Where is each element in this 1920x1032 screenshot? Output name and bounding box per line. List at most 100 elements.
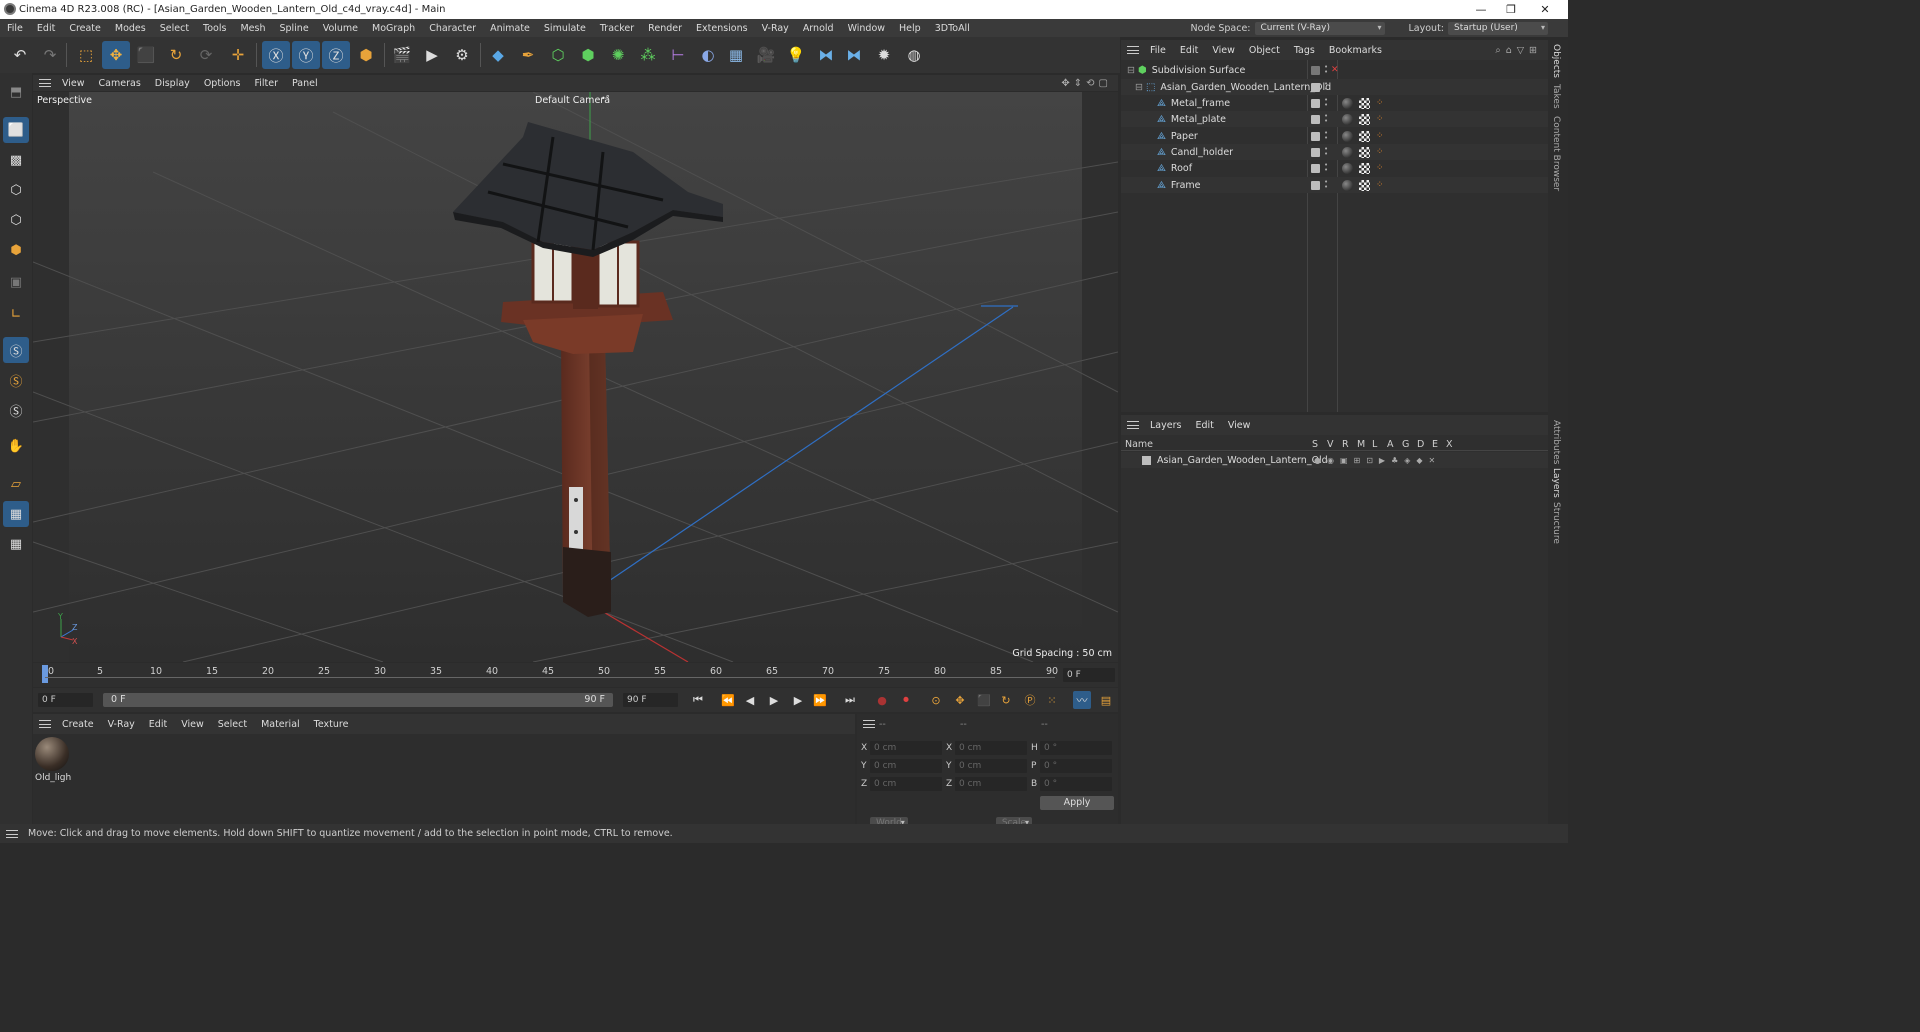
layer-col-x[interactable]: X — [1446, 439, 1453, 450]
prev-key-icon[interactable]: ⏪ — [719, 691, 737, 709]
material-tag-icon[interactable] — [1342, 162, 1353, 174]
layer-col-d[interactable]: D — [1417, 439, 1424, 450]
subdivision-surface-icon[interactable]: ⬡ — [544, 41, 572, 69]
object-row[interactable]: ⟁ Paper • • ⁘ — [1121, 128, 1548, 144]
rotate-tool-icon[interactable]: ↻ — [162, 41, 190, 69]
menu-3dtoall[interactable]: 3DToAll — [928, 23, 977, 34]
object-menu-icon[interactable] — [1127, 46, 1139, 54]
layer-checkbox[interactable] — [1311, 131, 1320, 141]
viewport-3d[interactable]: Perspective Default Camera •° Grid Spaci… — [33, 92, 1118, 662]
go-to-start-icon[interactable]: ⏮ — [689, 691, 707, 709]
material-swatch[interactable]: Old_ligh — [35, 737, 71, 785]
vray-tag-icon[interactable]: ⁘ — [1376, 131, 1384, 141]
menu-arnold[interactable]: Arnold — [796, 23, 841, 34]
menu-mograph[interactable]: MoGraph — [365, 23, 422, 34]
menu-extensions[interactable]: Extensions — [689, 23, 755, 34]
current-frame-field[interactable]: 0 F — [1063, 668, 1115, 682]
menu-help[interactable]: Help — [892, 23, 928, 34]
mat-menu-select[interactable]: Select — [211, 719, 254, 730]
menu-spline[interactable]: Spline — [272, 23, 315, 34]
layer-checkbox[interactable] — [1311, 114, 1320, 124]
redo-icon[interactable]: ↷ — [36, 41, 64, 69]
layer-col-v[interactable]: V — [1327, 439, 1334, 450]
menu-select[interactable]: Select — [153, 23, 196, 34]
object-row[interactable]: ⟁ Metal_frame • • ⁘ — [1121, 95, 1548, 111]
texture-mode-icon[interactable]: ▩ — [3, 147, 29, 173]
layer-col-g[interactable]: G — [1402, 439, 1409, 450]
key-scale-icon[interactable]: ⬛ — [975, 691, 993, 709]
layout-dropdown[interactable]: Startup (User) — [1448, 21, 1548, 35]
record-icon[interactable]: ● — [873, 691, 891, 709]
uvw-tag-icon[interactable] — [1359, 179, 1370, 191]
obj-menu-file[interactable]: File — [1143, 45, 1173, 56]
obj-menu-view[interactable]: View — [1205, 45, 1242, 56]
tab-layers[interactable]: Layers — [1551, 468, 1561, 498]
layer-menu-icon[interactable] — [1127, 421, 1139, 429]
mat-menu-view[interactable]: View — [174, 719, 211, 730]
size-y-field[interactable]: 0 cm — [955, 759, 1027, 773]
extrude-icon[interactable]: ⬢ — [574, 41, 602, 69]
end-frame-field[interactable]: 90 F — [623, 693, 678, 707]
spline-pen-icon[interactable]: ✒ — [514, 41, 542, 69]
object-row[interactable]: ⊟ ⬚ Asian_Garden_Wooden_Lantern_Old • • — [1121, 79, 1548, 95]
layer-row[interactable]: Asian_Garden_Wooden_Lantern_Old ●◉▣⊞⊡▶♣◈… — [1121, 452, 1548, 468]
menu-volume[interactable]: Volume — [316, 23, 365, 34]
pos-y-field[interactable]: 0 cm — [870, 759, 942, 773]
pos-z-field[interactable]: 0 cm — [870, 777, 942, 791]
layer-col-l[interactable]: L — [1372, 439, 1377, 450]
mat-menu-texture[interactable]: Texture — [307, 719, 356, 730]
polygons-mode-icon[interactable]: ⬢ — [3, 237, 29, 263]
layer-checkbox[interactable] — [1311, 82, 1320, 92]
layer-color-swatch[interactable] — [1142, 455, 1151, 465]
transform-tool-icon[interactable]: ✛ — [224, 41, 252, 69]
menu-modes[interactable]: Modes — [108, 23, 153, 34]
maximize-button[interactable]: ❐ — [1496, 0, 1526, 19]
light-icon[interactable]: 💡 — [782, 41, 810, 69]
obj-menu-edit[interactable]: Edit — [1173, 45, 1205, 56]
vray-tag-icon[interactable]: ⁘ — [1376, 114, 1384, 124]
material-tag-icon[interactable] — [1342, 97, 1353, 109]
layer-col-m[interactable]: M — [1357, 439, 1365, 450]
floor-icon[interactable]: ▦ — [722, 41, 750, 69]
points-mode-icon[interactable]: ⬡ — [3, 177, 29, 203]
size-z-field[interactable]: 0 cm — [955, 777, 1027, 791]
menu-file[interactable]: File — [0, 23, 30, 34]
x-axis-lock-icon[interactable]: Ⓧ — [262, 41, 290, 69]
uv-mode-icon[interactable]: ▣ — [3, 269, 29, 295]
render-settings-icon[interactable]: ⚙ — [448, 41, 476, 69]
tab-structure[interactable]: Structure — [1551, 502, 1561, 544]
viewport-menu-options[interactable]: Options — [197, 78, 248, 89]
uvw-tag-icon[interactable] — [1359, 97, 1370, 109]
menu-tracker[interactable]: Tracker — [593, 23, 641, 34]
key-position-icon[interactable]: ✥ — [951, 691, 969, 709]
timeline-ruler[interactable]: 0 5 10 15 20 25 30 35 40 45 50 55 60 65 … — [33, 663, 1118, 687]
mat-menu-material[interactable]: Material — [254, 719, 307, 730]
motion-path-icon[interactable]: 〰 — [1073, 691, 1091, 709]
object-row[interactable]: ⟁ Roof • • ⁘ — [1121, 160, 1548, 176]
menu-create[interactable]: Create — [62, 23, 108, 34]
layer-menu-edit[interactable]: Edit — [1188, 420, 1220, 431]
object-row[interactable]: ⟁ Frame • • ⁘ — [1121, 177, 1548, 193]
object-row[interactable]: ⟁ Metal_plate • • ⁘ — [1121, 111, 1548, 127]
start-frame-field[interactable]: 0 F — [38, 693, 93, 707]
layer-checkbox[interactable] — [1311, 147, 1320, 157]
python-icon[interactable]: ⧓ — [812, 41, 840, 69]
vray-settings-icon[interactable]: ✹ — [870, 41, 898, 69]
layer-checkbox[interactable] — [1311, 163, 1320, 173]
viewport-menu-display[interactable]: Display — [148, 78, 197, 89]
cloner-icon[interactable]: ⁂ — [634, 41, 662, 69]
close-button[interactable]: ✕ — [1530, 0, 1560, 19]
vray-tag-icon[interactable]: ⁘ — [1376, 98, 1384, 108]
snap-icon[interactable]: Ⓢ — [3, 337, 29, 363]
menu-render[interactable]: Render — [641, 23, 689, 34]
axis-mode-icon[interactable]: ∟ — [3, 301, 29, 327]
menu-edit[interactable]: Edit — [30, 23, 62, 34]
tab-content-browser[interactable]: Content Browser — [1551, 116, 1561, 191]
auto-key-icon[interactable]: ⏺ — [897, 691, 915, 709]
menu-simulate[interactable]: Simulate — [537, 23, 593, 34]
viewport-menu-icon[interactable] — [39, 79, 51, 87]
apply-button[interactable]: Apply — [1040, 796, 1114, 810]
field-icon[interactable]: ◐ — [694, 41, 722, 69]
pos-x-field[interactable]: 0 cm — [870, 741, 942, 755]
snap-settings-icon[interactable]: Ⓢ — [3, 367, 29, 393]
